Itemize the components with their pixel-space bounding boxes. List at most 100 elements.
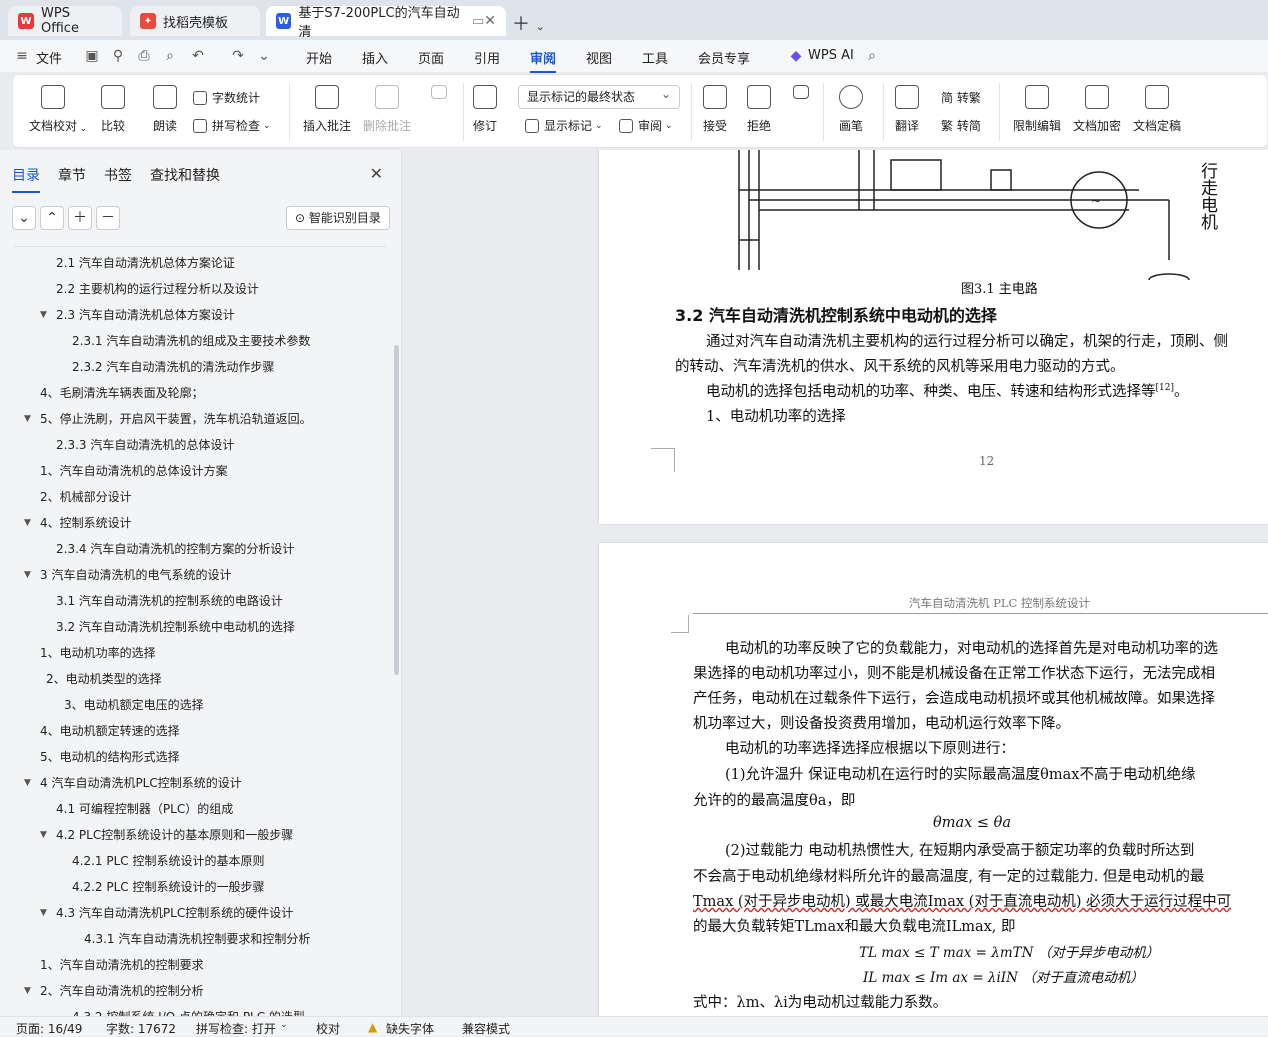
share-icon[interactable]: ⚲ <box>110 48 126 64</box>
show-markup-button[interactable]: 显示标记 ⌄ <box>525 117 603 134</box>
toc-item[interactable]: 5、电动机的结构形式选择 <box>40 744 180 770</box>
toc-item[interactable]: ▼ 2.3 汽车自动清洗机总体方案设计 <box>40 302 235 328</box>
toc-item[interactable]: ▼ 5、停止洗刷，开启风干装置，洗车机沿轨道返回。 <box>24 406 312 432</box>
toc-item[interactable]: 2.2 主要机构的运行过程分析以及设计 <box>56 276 259 302</box>
toc-item[interactable]: 2.3.3 汽车自动清洗机的总体设计 <box>56 432 234 458</box>
redo-icon[interactable]: ↷ <box>230 48 246 64</box>
toc-item[interactable]: 4.2.1 PLC 控制系统设计的基本原则 <box>72 848 264 874</box>
collapse-button[interactable]: ⌄ <box>12 206 36 230</box>
add-heading-button[interactable]: ＋ <box>68 206 92 230</box>
menu-home[interactable]: 开始 <box>306 48 332 67</box>
menu-member[interactable]: 会员专享 <box>698 48 750 67</box>
doc-check-button[interactable]: 文档校对 ⌄ <box>29 85 87 134</box>
toc-item[interactable]: 2.3.1 汽车自动清洗机的组成及主要技术参数 <box>72 328 310 354</box>
read-aloud-button[interactable]: 朗读 <box>153 85 177 134</box>
toc-item[interactable]: 2.3.4 汽车自动清洗机的控制方案的分析设计 <box>56 536 294 562</box>
monitor-icon[interactable]: ▭ <box>472 14 484 29</box>
toc-item[interactable]: ▼ 2、汽车自动清洗机的控制分析 <box>24 978 204 1004</box>
close-icon[interactable]: ✕ <box>370 164 383 183</box>
tab-chapters[interactable]: 章节 <box>58 165 86 193</box>
track-changes-button[interactable]: 修订 <box>473 85 497 134</box>
menu-insert[interactable]: 插入 <box>362 48 388 67</box>
save-icon[interactable]: ▣ <box>84 48 100 64</box>
tab-docer-template[interactable]: ✦ 找稻壳模板 <box>130 6 260 36</box>
next-change-button[interactable] <box>793 85 809 107</box>
expand-toggle-icon[interactable]: ▼ <box>24 770 31 796</box>
spell-check-indicator[interactable]: 拼写检查: 打开 <box>196 1020 276 1037</box>
pen-button[interactable]: 画笔 <box>839 85 863 134</box>
accept-button[interactable]: 接受 <box>703 85 727 134</box>
toc-item[interactable]: 2.3.2 汽车自动清洗机的清洗动作步骤 <box>72 354 274 380</box>
tab-bookmarks[interactable]: 书签 <box>104 165 132 193</box>
markup-state-select[interactable]: 显示标记的最终状态 <box>518 83 680 109</box>
tab-wps-office[interactable]: W WPS Office <box>8 6 122 36</box>
toc-item[interactable]: ▼ 3 汽车自动清洗机的电气系统的设计 <box>24 562 231 588</box>
toc-item[interactable]: 1、电动机功率的选择 <box>40 640 156 666</box>
reject-button[interactable]: 拒绝 <box>747 85 771 134</box>
toc-item[interactable]: ▼ 4.3 汽车自动清洗机PLC控制系统的硬件设计 <box>40 900 293 926</box>
insert-comment-button[interactable]: 插入批注 <box>303 85 351 134</box>
expand-toggle-icon[interactable]: ▼ <box>40 822 47 848</box>
menu-review[interactable]: 审阅 <box>530 48 557 73</box>
missing-font-button[interactable]: 缺失字体 <box>386 1020 434 1037</box>
expand-toggle-icon[interactable]: ▼ <box>40 900 47 926</box>
toc-item[interactable]: 3.2 汽车自动清洗机控制系统中电动机的选择 <box>56 614 295 640</box>
tab-toc[interactable]: 目录 <box>12 165 40 193</box>
toc-item[interactable]: 4.2.2 PLC 控制系统设计的一般步骤 <box>72 874 264 900</box>
menu-page[interactable]: 页面 <box>418 48 444 67</box>
wps-ai-icon[interactable]: ◆ <box>788 48 804 64</box>
new-tab-plus-icon[interactable]: ＋ ⌄ <box>512 10 545 36</box>
delete-comment-button[interactable]: 删除批注 <box>363 85 411 134</box>
prev-comment-button[interactable] <box>431 85 447 107</box>
toc-item[interactable]: ▼ 4、控制系统设计 <box>24 510 132 536</box>
menu-reference[interactable]: 引用 <box>474 48 500 67</box>
tab-find-replace[interactable]: 查找和替换 <box>150 165 220 193</box>
scrollbar[interactable] <box>394 345 399 675</box>
finalize-doc-button[interactable]: 文档定稿 <box>1133 85 1181 134</box>
toc-item[interactable]: ▼ 4.2 PLC控制系统设计的基本原则和一般步骤 <box>40 822 293 848</box>
expand-toggle-icon[interactable]: ▼ <box>40 302 47 328</box>
toc-item[interactable]: 4.3.2 控制系统 I/O 点的确定和 PLC 的选型 <box>72 1004 305 1016</box>
toc-item[interactable]: 1、汽车自动清洗机的控制要求 <box>40 952 204 978</box>
menu-view[interactable]: 视图 <box>586 48 612 67</box>
restrict-edit-button[interactable]: 限制编辑 <box>1013 85 1061 134</box>
undo-icon[interactable]: ↶ <box>190 48 206 64</box>
compare-button[interactable]: 比较 <box>101 85 125 134</box>
toc-item[interactable]: 3、电动机额定电压的选择 <box>64 692 204 718</box>
close-icon[interactable]: ✕ <box>484 13 496 29</box>
to-simplified-button[interactable]: 繁 转简 <box>941 117 981 134</box>
expand-toggle-icon[interactable]: ▼ <box>24 406 31 432</box>
word-count-indicator[interactable]: 字数: 17672 <box>106 1020 176 1037</box>
encrypt-doc-button[interactable]: 文档加密 <box>1073 85 1121 134</box>
menu-wps-ai[interactable]: WPS AI <box>808 48 854 63</box>
toc-item[interactable]: 2、机械部分设计 <box>40 484 132 510</box>
word-count-button[interactable]: 字数统计 <box>193 89 260 106</box>
toc-item[interactable]: 2.1 汽车自动清洗机总体方案论证 <box>56 250 235 276</box>
toc-item[interactable]: 1、汽车自动清洗机的总体设计方案 <box>40 458 228 484</box>
expand-toggle-icon[interactable]: ▼ <box>24 978 31 1004</box>
menu-tools[interactable]: 工具 <box>642 48 668 67</box>
print-icon[interactable]: ⎙ <box>136 48 152 64</box>
spell-check-button[interactable]: 拼写检查 ⌄ <box>193 117 271 134</box>
menu-file[interactable]: 文件 <box>36 48 62 67</box>
proofread-button[interactable]: 校对 <box>316 1020 340 1037</box>
page-indicator[interactable]: 页面: 16/49 <box>16 1020 82 1037</box>
toc-item[interactable]: 4、毛刷清洗车辆表面及轮廓； <box>40 380 204 406</box>
toc-item[interactable]: ▼ 4 汽车自动清洗机PLC控制系统的设计 <box>24 770 242 796</box>
toc-item[interactable]: 4.1 可编程控制器（PLC）的组成 <box>56 796 233 822</box>
toc-item[interactable]: 2、电动机类型的选择 <box>46 666 162 692</box>
translate-button[interactable]: 翻译 <box>895 85 919 134</box>
chevron-down-icon[interactable]: ⌄ <box>280 1020 288 1030</box>
expand-toggle-icon[interactable]: ▼ <box>24 562 31 588</box>
tab-current-document[interactable]: W 基于S7-200PLC的汽车自动清 ▭ ✕ <box>266 6 506 40</box>
expand-toggle-icon[interactable]: ▼ <box>24 510 31 536</box>
to-traditional-button[interactable]: 简 转繁 <box>941 89 981 106</box>
smart-toc-button[interactable]: ⊙ 智能识别目录 <box>286 206 390 230</box>
toc-item[interactable]: 3.1 汽车自动清洗机的控制系统的电路设计 <box>56 588 283 614</box>
expand-button[interactable]: ⌃ <box>40 206 64 230</box>
search-icon[interactable]: ⌕ <box>864 48 880 64</box>
review-pane-button[interactable]: 审阅 ⌄ <box>619 117 673 134</box>
remove-heading-button[interactable]: － <box>96 206 120 230</box>
print-preview-icon[interactable]: ⌕ <box>162 48 178 64</box>
chevron-down-icon[interactable]: ⌄ <box>256 48 272 64</box>
